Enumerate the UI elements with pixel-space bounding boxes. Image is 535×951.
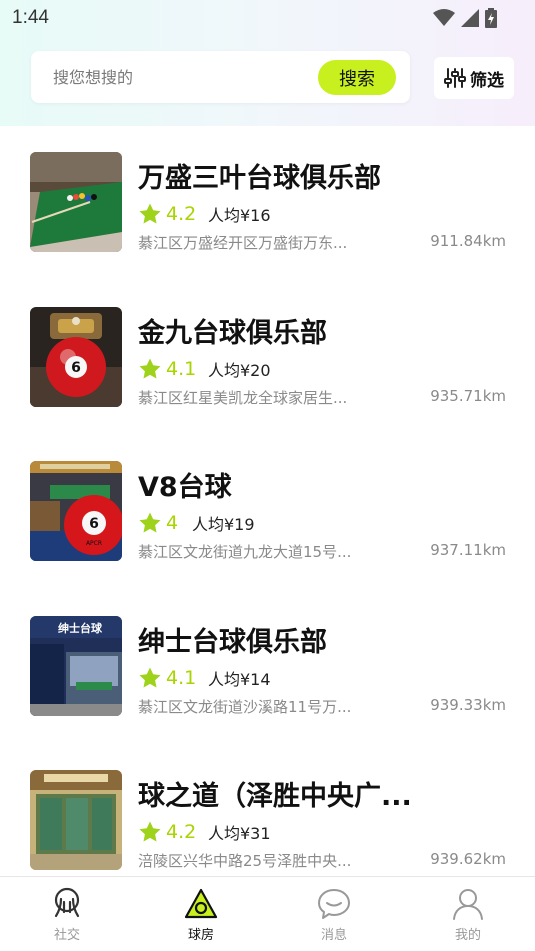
price-per-person: 人均¥31 bbox=[208, 824, 271, 843]
rating-row: 4.2 人均¥16 bbox=[138, 202, 271, 226]
billiard-room-icon bbox=[184, 888, 218, 919]
tab-label: 我的 bbox=[454, 928, 481, 943]
venue-address: 涪陵区兴华中路25号泽胜中央... bbox=[138, 852, 352, 870]
venue-thumbnail: 6 APCR bbox=[30, 461, 122, 561]
status-icons bbox=[433, 8, 497, 28]
venue-name: V8台球 bbox=[138, 472, 232, 503]
venue-address: 綦江区红星美凯龙全球家居生... bbox=[138, 389, 348, 407]
venue-name: 金九台球俱乐部 bbox=[138, 318, 327, 349]
profile-icon bbox=[453, 889, 483, 920]
rating-row: 4 人均¥19 bbox=[138, 511, 255, 535]
status-bar: 1:44 bbox=[0, 0, 535, 36]
rating-value: 4.2 bbox=[166, 821, 197, 843]
price-per-person: 人均¥14 bbox=[208, 670, 271, 689]
venue-name: 球之道（泽胜中央广... bbox=[138, 781, 412, 812]
rating-row: 4.2 人均¥31 bbox=[138, 820, 271, 844]
venue-address: 綦江区万盛经开区万盛街万东... bbox=[138, 234, 348, 252]
tab-label: 消息 bbox=[320, 928, 347, 943]
rating-row: 4.1 人均¥14 bbox=[138, 666, 271, 690]
venue-distance: 939.62km bbox=[430, 850, 506, 868]
venue-distance: 939.33km bbox=[430, 696, 506, 714]
wifi-icon bbox=[433, 9, 455, 26]
bottom-tab-bar: 社交 球房 消息 我的 bbox=[0, 876, 535, 951]
venue-address: 綦江区文龙街道九龙大道15号... bbox=[138, 543, 352, 561]
venue-card[interactable]: 万盛三叶台球俱乐部 4.2 人均¥16 綦江区万盛经开区万盛街万东... 911… bbox=[0, 152, 535, 272]
rating-row: 4.1 人均¥20 bbox=[138, 357, 271, 381]
ball-number-text: 6 bbox=[71, 360, 81, 376]
message-icon bbox=[318, 889, 350, 919]
venue-thumbnail: 6 bbox=[30, 307, 122, 407]
search-box: 搜索 bbox=[31, 51, 410, 103]
status-time: 1:44 bbox=[12, 7, 49, 28]
venue-card[interactable]: 绅士台球 绅士台球俱乐部 4.1 人均¥14 綦江区文龙街道沙溪路11号万...… bbox=[0, 616, 535, 736]
ball-number-text: 6 bbox=[89, 516, 99, 532]
venue-thumbnail bbox=[30, 770, 122, 870]
rating-value: 4.2 bbox=[166, 203, 197, 225]
filter-sliders-icon bbox=[444, 68, 466, 88]
star-icon bbox=[139, 512, 161, 533]
tab-label: 社交 bbox=[53, 928, 80, 943]
price-per-person: 人均¥16 bbox=[208, 206, 271, 225]
star-icon bbox=[139, 203, 161, 224]
tab-messages[interactable]: 消息 bbox=[267, 877, 401, 951]
rating-value: 4.1 bbox=[166, 358, 197, 380]
sign-text: 绅士台球 bbox=[58, 621, 103, 635]
venue-card[interactable]: 6 金九台球俱乐部 4.1 人均¥20 綦江区红星美凯龙全球家居生... 935… bbox=[0, 307, 535, 427]
venue-distance: 937.11km bbox=[430, 541, 506, 559]
ball-brand-text: APCR bbox=[86, 540, 102, 547]
filter-label: 筛选 bbox=[470, 70, 504, 91]
venue-name: 万盛三叶台球俱乐部 bbox=[138, 163, 381, 194]
rating-value: 4.1 bbox=[166, 667, 197, 689]
price-per-person: 人均¥19 bbox=[192, 515, 255, 534]
star-icon bbox=[139, 358, 161, 379]
search-button[interactable]: 搜索 bbox=[318, 60, 396, 95]
signal-icon bbox=[461, 9, 479, 27]
venue-thumbnail: 绅士台球 bbox=[30, 616, 122, 716]
filter-button[interactable]: 筛选 bbox=[434, 57, 514, 99]
price-per-person: 人均¥20 bbox=[208, 361, 271, 380]
venue-address: 綦江区文龙街道沙溪路11号万... bbox=[138, 698, 352, 716]
venue-distance: 911.84km bbox=[430, 232, 506, 250]
tab-billiard-room[interactable]: 球房 bbox=[134, 877, 268, 951]
venue-thumbnail bbox=[30, 152, 122, 252]
venue-distance: 935.71km bbox=[430, 387, 506, 405]
tab-label: 球房 bbox=[187, 928, 214, 943]
venue-card[interactable]: 6 APCR V8台球 4 人均¥19 綦江区文龙街道九龙大道15号... 93… bbox=[0, 461, 535, 581]
venue-name: 绅士台球俱乐部 bbox=[138, 627, 327, 658]
battery-icon bbox=[485, 8, 497, 28]
star-icon bbox=[139, 821, 161, 842]
rating-value: 4 bbox=[166, 512, 179, 534]
star-icon bbox=[139, 667, 161, 688]
search-input[interactable] bbox=[53, 65, 303, 89]
tab-social[interactable]: 社交 bbox=[0, 877, 134, 951]
tab-profile[interactable]: 我的 bbox=[401, 877, 535, 951]
social-icon bbox=[54, 887, 80, 918]
venue-card[interactable]: 球之道（泽胜中央广... 4.2 人均¥31 涪陵区兴华中路25号泽胜中央...… bbox=[0, 770, 535, 890]
